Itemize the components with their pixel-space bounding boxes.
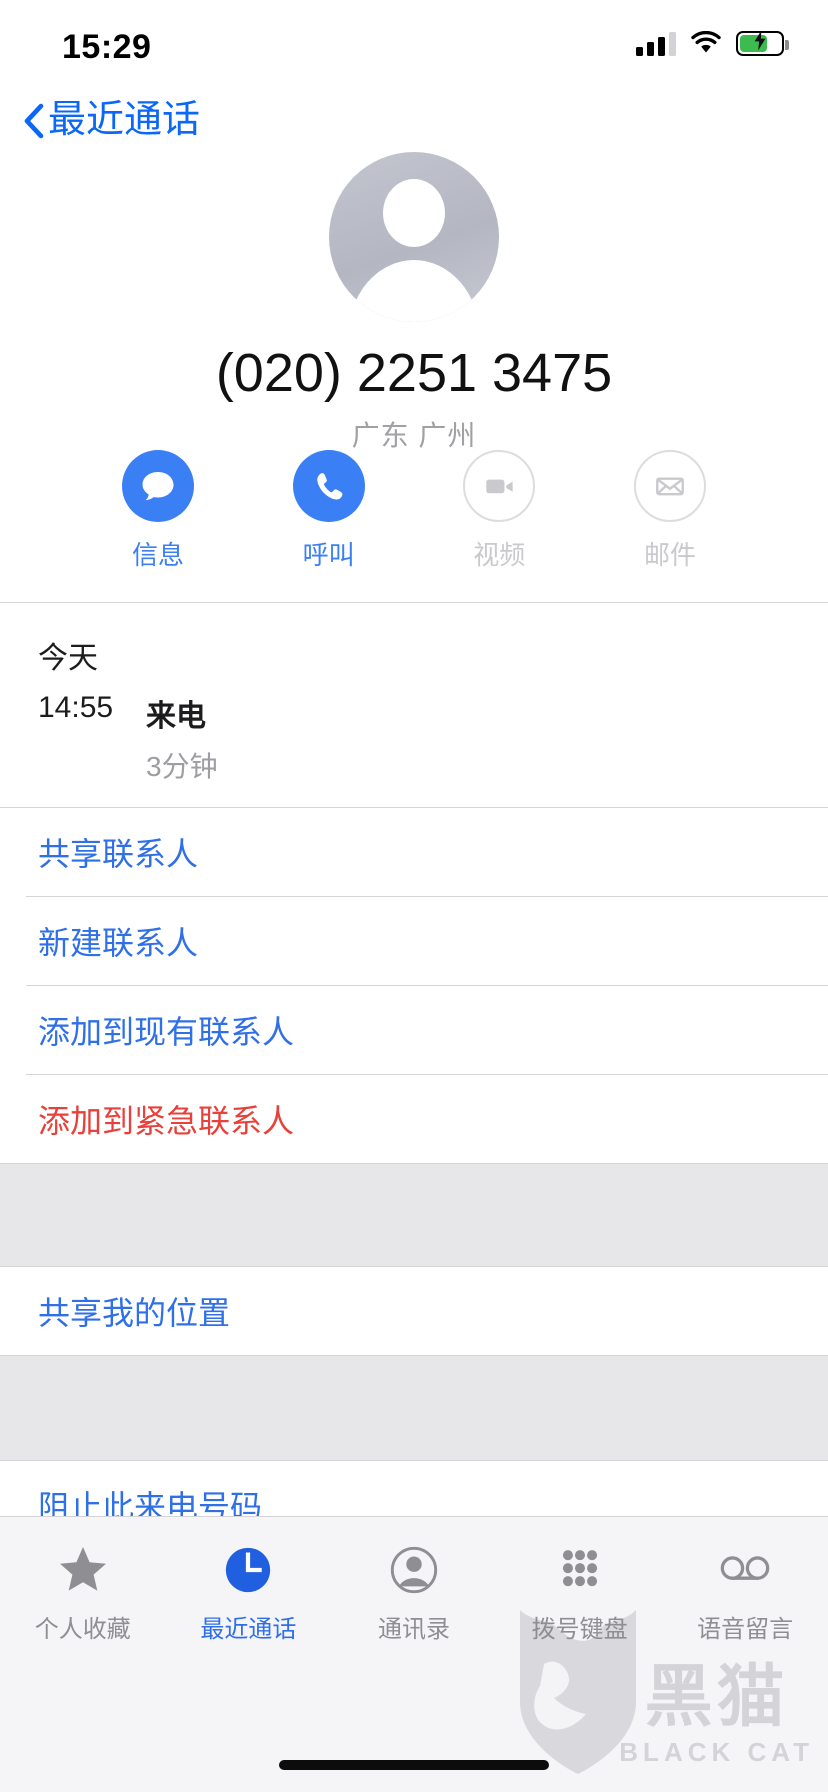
person-placeholder-avatar (329, 152, 499, 322)
call-history-row: 14:55 来电 3分钟 (0, 677, 828, 807)
tab-keypad-label: 拨号键盘 (531, 1616, 628, 1643)
create-new-contact-label: 新建联系人 (38, 925, 199, 961)
section-gap (0, 1355, 828, 1461)
message-action-label: 信息 (131, 540, 184, 570)
voicemail-icon (718, 1539, 772, 1601)
status-bar: 15:29 (0, 0, 828, 90)
add-to-emergency-contact-row[interactable]: 添加到紧急联系人 (0, 1075, 828, 1163)
add-to-existing-contact-row[interactable]: 添加到现有联系人 (0, 986, 828, 1074)
call-history-section: 今天 14:55 来电 3分钟 (0, 603, 828, 807)
back-button[interactable]: 最近通话 (22, 90, 200, 152)
back-button-label: 最近通话 (48, 99, 201, 141)
battery-charging-icon (736, 30, 789, 56)
call-info: 来电 3分钟 (146, 691, 218, 785)
call-time: 14:55 (38, 691, 114, 724)
message-action-button[interactable]: 信息 (108, 450, 208, 572)
video-camera-icon (463, 450, 536, 522)
quick-actions: 信息 呼叫 视频 邮件 (0, 450, 828, 572)
phone-contact-detail-screen: 15:29 最近通话 (020) 2251 3475 广东 广州 信息 呼叫 视… (0, 0, 828, 1792)
call-action-button[interactable]: 呼叫 (279, 450, 379, 572)
status-bar-time: 15:29 (62, 28, 152, 66)
tab-favorites[interactable]: 个人收藏 (0, 1539, 166, 1644)
mail-action-label: 邮件 (643, 540, 696, 570)
share-contact-label: 共享联系人 (38, 836, 199, 872)
add-to-existing-contact-label: 添加到现有联系人 (38, 1014, 295, 1050)
contact-location: 广东 广州 (351, 420, 477, 451)
tab-recents-label: 最近通话 (200, 1616, 297, 1643)
tab-contacts[interactable]: 通讯录 (331, 1539, 497, 1644)
tab-contacts-label: 通讯录 (377, 1616, 450, 1643)
create-new-contact-row[interactable]: 新建联系人 (0, 897, 828, 985)
star-icon (55, 1539, 111, 1601)
mail-action-button[interactable]: 邮件 (620, 450, 720, 572)
keypad-icon (554, 1539, 606, 1601)
tab-keypad[interactable]: 拨号键盘 (497, 1539, 663, 1644)
tab-recents[interactable]: 最近通话 (166, 1539, 332, 1644)
page-title: (020) 2251 3475 (215, 343, 613, 403)
contacts-icon (387, 1539, 441, 1601)
chevron-left-icon (22, 103, 44, 139)
share-my-location-label: 共享我的位置 (38, 1295, 231, 1331)
status-bar-indicators (636, 30, 789, 56)
message-bubble-icon (122, 450, 194, 522)
call-history-section-title: 今天 (38, 642, 98, 675)
home-indicator (279, 1760, 549, 1770)
clock-icon (221, 1539, 275, 1601)
cellular-bars-icon (636, 30, 676, 56)
share-my-location-row[interactable]: 共享我的位置 (0, 1267, 828, 1355)
share-contact-row[interactable]: 共享联系人 (0, 808, 828, 896)
navigation-bar: 最近通话 (0, 90, 828, 152)
envelope-icon (633, 450, 706, 522)
contact-actions-section: 共享联系人 新建联系人 添加到现有联系人 添加到紧急联系人 (0, 808, 828, 1163)
location-section: 共享我的位置 (0, 1267, 828, 1355)
call-action-label: 呼叫 (302, 540, 355, 570)
section-gap (0, 1163, 828, 1267)
contact-header: (020) 2251 3475 广东 广州 (0, 152, 828, 454)
call-type: 来电 (146, 700, 206, 733)
tab-bar: 个人收藏 最近通话 通讯录 拨号键盘 语音留言 (0, 1516, 828, 1792)
detail-list: 今天 14:55 来电 3分钟 共享联系人 新建联系人 添加到现有联系人 添加到… (0, 602, 828, 1597)
wifi-icon (690, 30, 722, 55)
tab-voicemail-label: 语音留言 (697, 1616, 794, 1643)
video-action-label: 视频 (473, 540, 526, 570)
add-to-emergency-contact-label: 添加到紧急联系人 (38, 1103, 295, 1139)
tab-voicemail[interactable]: 语音留言 (662, 1539, 828, 1644)
video-action-button[interactable]: 视频 (449, 450, 549, 572)
call-duration: 3分钟 (146, 751, 218, 782)
phone-handset-icon (292, 450, 365, 522)
tab-favorites-label: 个人收藏 (34, 1616, 131, 1643)
